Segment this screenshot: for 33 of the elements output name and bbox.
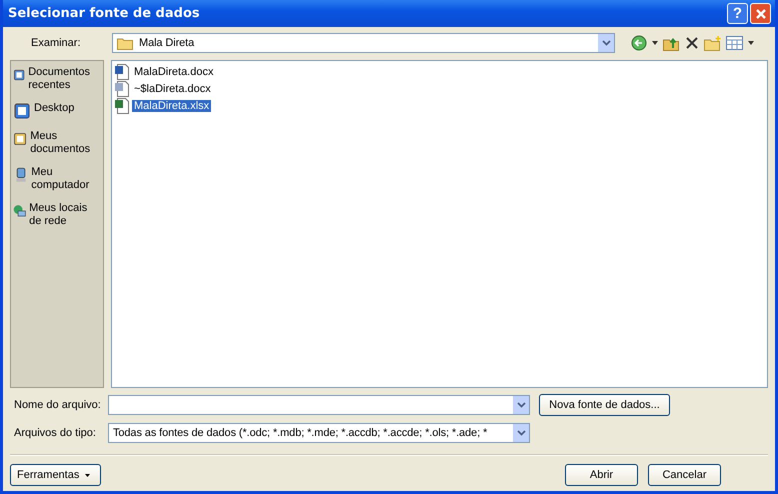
tools-button[interactable]: Ferramentas [10, 464, 101, 486]
file-item[interactable]: MalaDireta.docx [114, 63, 765, 80]
look-in-label: Examinar: [30, 37, 82, 49]
file-name-label: Nome do arquivo: [14, 398, 102, 410]
views-icon[interactable] [726, 36, 743, 50]
help-button[interactable]: ? [727, 3, 748, 24]
new-folder-icon[interactable] [704, 36, 721, 50]
up-folder-icon[interactable] [663, 36, 680, 50]
places-item[interactable]: Meu computador [11, 164, 103, 194]
file-icon [114, 64, 130, 80]
window-title: Selecionar fonte de dados [8, 6, 201, 21]
back-icon[interactable] [631, 35, 647, 51]
file-icon [114, 80, 130, 96]
places-item[interactable]: Meus locais de rede [11, 200, 103, 230]
close-button[interactable] [750, 3, 771, 24]
look-in-dropdown[interactable]: Mala Direta [112, 33, 615, 53]
places-item[interactable]: Documentos recentes [11, 64, 103, 94]
new-source-button[interactable]: Nova fonte de dados... [539, 394, 670, 416]
caret-icon[interactable] [748, 41, 754, 45]
open-button[interactable]: Abrir [565, 464, 638, 486]
file-icon [114, 98, 130, 114]
file-type-dropdown[interactable]: Todas as fontes de dados (*.odc; *.mdb; *.mde; *.accdb; *.accde; *.ols; *.ade; * [108, 422, 530, 442]
close-icon [754, 8, 766, 20]
delete-icon[interactable] [685, 36, 699, 50]
file-name-field[interactable] [108, 394, 530, 414]
cancel-button[interactable]: Cancelar [648, 464, 721, 486]
file-item[interactable]: MalaDireta.xlsx [114, 97, 765, 114]
places-item[interactable]: Meus documentos [11, 128, 103, 158]
caret-icon[interactable] [652, 41, 658, 45]
file-item[interactable]: ~$laDireta.docx [114, 80, 765, 97]
file-type-label: Arquivos do tipo: [14, 426, 97, 438]
places-item[interactable]: Desktop [11, 100, 103, 122]
caret-icon [85, 474, 90, 476]
